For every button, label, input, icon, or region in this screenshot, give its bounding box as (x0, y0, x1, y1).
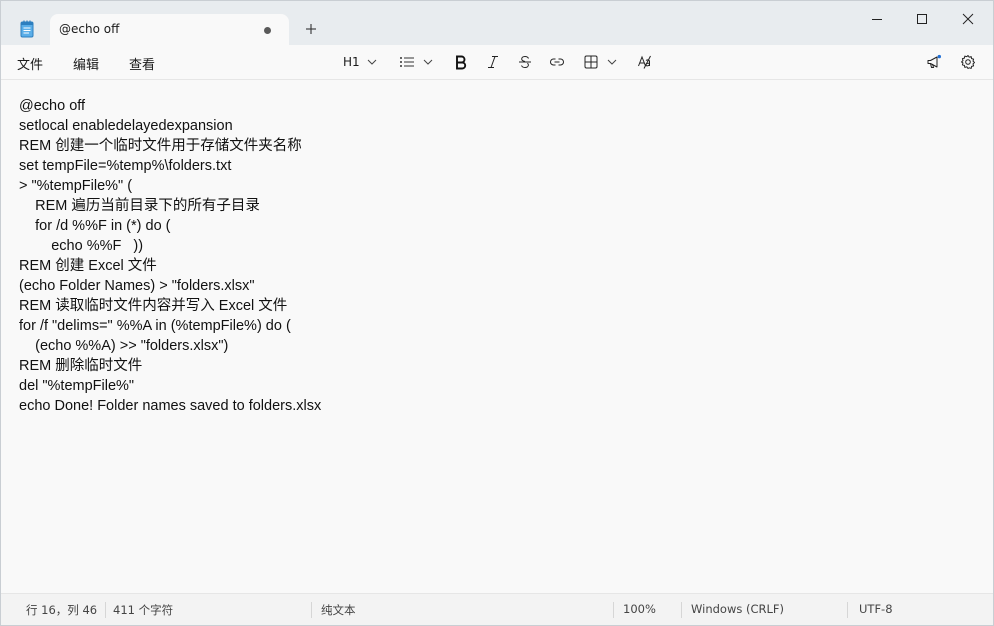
menu-edit[interactable]: 编辑 (73, 54, 99, 73)
spellcheck-button[interactable] (635, 51, 655, 73)
editor-line: @echo off (19, 98, 86, 114)
plus-icon (306, 24, 316, 34)
text-encoding[interactable]: UTF-8 (859, 602, 893, 616)
title-bar[interactable]: @echo off (1, 1, 993, 46)
tab-title: @echo off (59, 22, 120, 36)
list-icon (400, 57, 414, 67)
table-icon (584, 55, 598, 69)
status-divider (105, 602, 106, 618)
whats-new-button[interactable] (923, 51, 945, 73)
spellcheck-icon (638, 55, 651, 69)
editor-line: for /f "delims=" %%A in (%tempFile%) do … (19, 318, 291, 334)
link-icon (550, 58, 564, 66)
editor-line: (echo %%A) >> "folders.xlsx") (19, 338, 229, 354)
status-divider (681, 602, 682, 618)
editor-line: REM 读取临时文件内容并写入 Excel 文件 (19, 298, 288, 314)
chevron-down-icon (607, 59, 617, 65)
editor-line: REM 遍历当前目录下的所有子目录 (19, 198, 260, 214)
document-tab[interactable]: @echo off (50, 14, 289, 46)
document-format[interactable]: 纯文本 (321, 602, 356, 618)
editor-line: for /d %%F in (*) do ( (19, 218, 171, 234)
list-dropdown[interactable] (395, 51, 437, 73)
status-divider (311, 602, 312, 618)
heading-label: H1 (343, 55, 360, 69)
minimize-button[interactable] (854, 5, 900, 33)
editor-line: > "%tempFile%" ( (19, 178, 133, 194)
editor-line: REM 创建一个临时文件用于存储文件夹名称 (19, 138, 302, 154)
status-divider (847, 602, 848, 618)
close-icon (962, 13, 974, 25)
minimize-icon (872, 19, 882, 20)
text-editor[interactable]: @echo off setlocal enabledelayedexpansio… (1, 80, 993, 592)
editor-line: REM 删除临时文件 (19, 358, 143, 374)
link-button[interactable] (547, 51, 567, 73)
menu-toolbar: 文件 编辑 查看 H1 (1, 45, 993, 80)
maximize-button[interactable] (899, 5, 945, 33)
editor-line: (echo Folder Names) > "folders.xlsx" (19, 278, 255, 294)
strikethrough-icon (519, 55, 531, 69)
status-bar: 行 16，列 46 411 个字符 纯文本 100% Windows (CRLF… (1, 593, 993, 625)
menu-file[interactable]: 文件 (17, 54, 43, 73)
heading-dropdown[interactable]: H1 (337, 51, 383, 73)
cursor-position[interactable]: 行 16，列 46 (26, 602, 97, 618)
bold-icon (456, 55, 467, 70)
editor-line: set tempFile=%temp%\folders.txt (19, 158, 232, 174)
menu-view[interactable]: 查看 (129, 54, 155, 73)
megaphone-icon (927, 54, 941, 68)
chevron-down-icon (423, 59, 433, 65)
italic-icon (488, 56, 498, 68)
close-button[interactable] (945, 5, 991, 33)
zoom-level[interactable]: 100% (623, 602, 656, 616)
editor-content[interactable]: @echo off setlocal enabledelayedexpansio… (19, 96, 321, 416)
editor-line: echo Done! Folder names saved to folders… (19, 398, 322, 414)
unsaved-dot-icon[interactable] (264, 27, 271, 34)
editor-line: del "%tempFile%" (19, 378, 135, 394)
chevron-down-icon (367, 59, 377, 65)
editor-line: echo %%F )) (19, 238, 144, 254)
character-count: 411 个字符 (113, 603, 174, 617)
strikethrough-button[interactable] (515, 51, 535, 73)
italic-button[interactable] (483, 51, 503, 73)
settings-button[interactable] (957, 51, 979, 73)
line-ending[interactable]: Windows (CRLF) (691, 602, 784, 616)
table-dropdown[interactable] (581, 51, 621, 73)
editor-line: setlocal enabledelayedexpansion (19, 118, 233, 134)
bold-button[interactable] (451, 51, 471, 73)
notepad-window: @echo off 文件 编辑 查看 H1 @echo off setlocal… (0, 0, 994, 626)
gear-icon (961, 55, 975, 69)
new-tab-button[interactable] (301, 19, 321, 39)
editor-line: REM 创建 Excel 文件 (19, 258, 157, 274)
status-divider (613, 602, 614, 618)
notepad-app-icon (17, 19, 37, 39)
maximize-icon (917, 14, 927, 24)
